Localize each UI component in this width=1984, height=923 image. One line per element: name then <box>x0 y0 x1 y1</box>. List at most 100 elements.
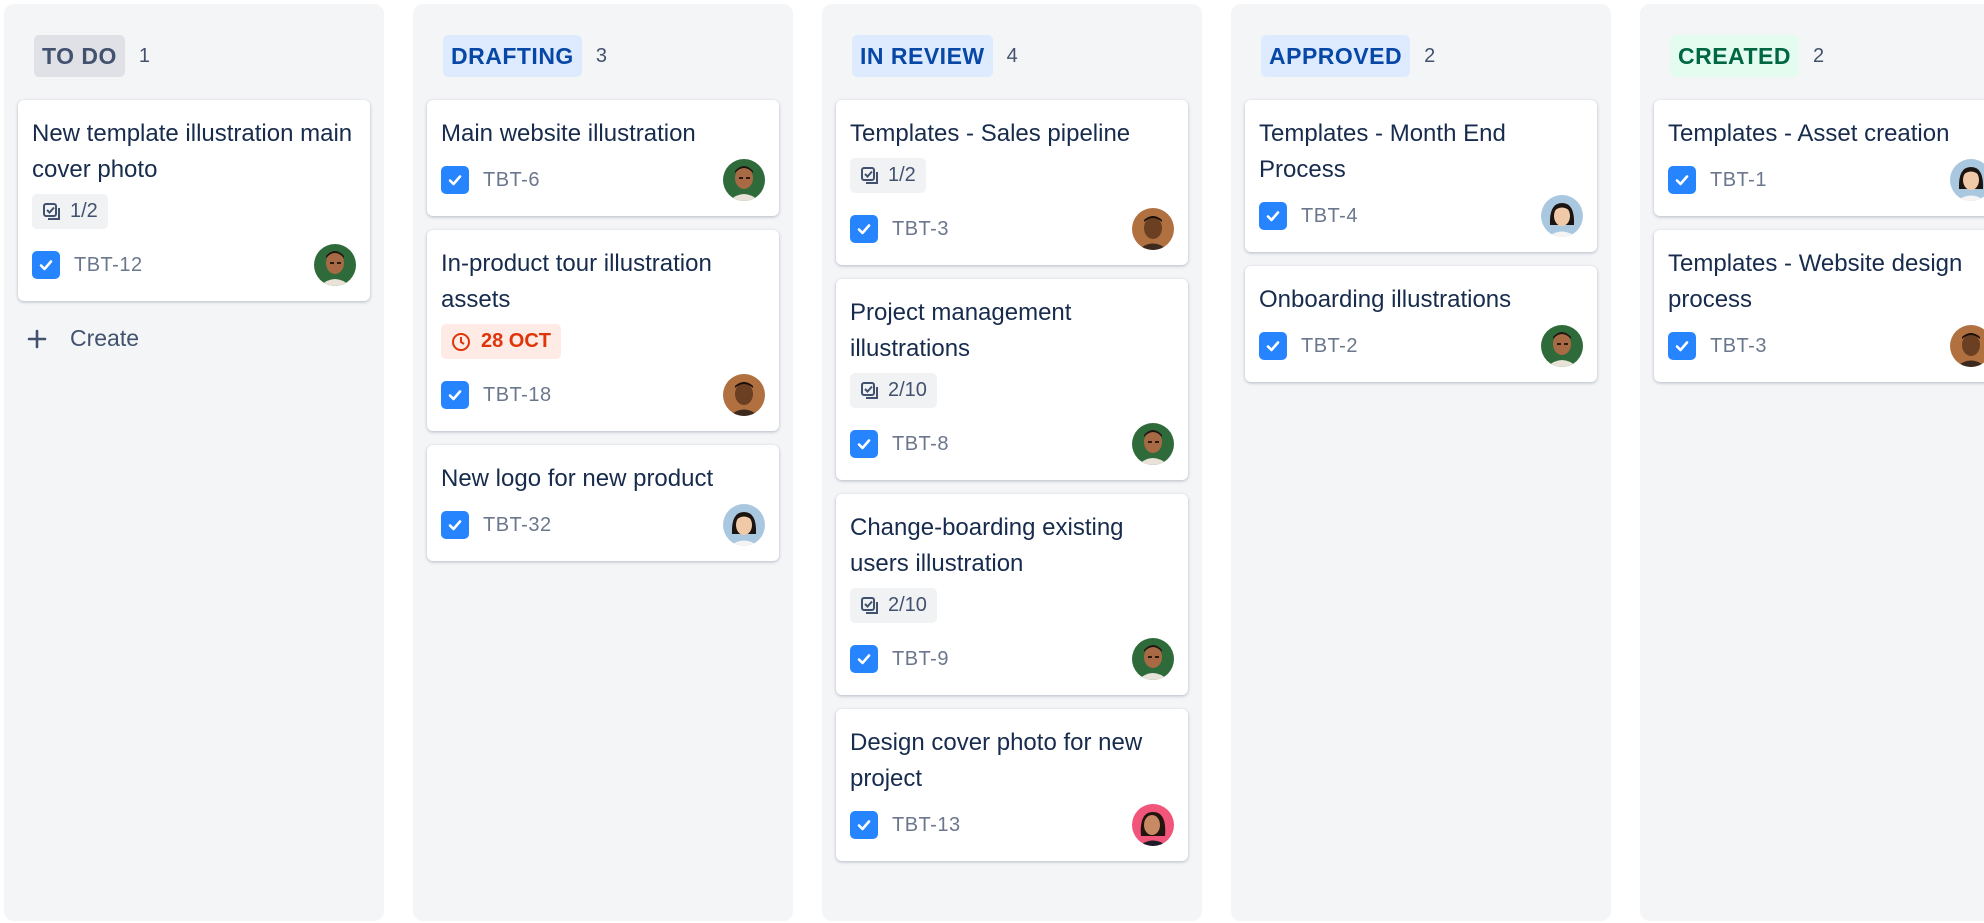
subtask-progress-badge[interactable]: 1/2 <box>32 194 108 229</box>
issue-card-footer: TBT-3 <box>1668 324 1984 368</box>
column-status-lozenge: IN REVIEW <box>852 35 993 77</box>
column-issue-count: 1 <box>138 44 151 67</box>
issue-card-title: Templates - Asset creation <box>1668 120 1950 147</box>
task-type-checkbox-icon <box>1668 332 1696 360</box>
column-header: IN REVIEW 4 <box>836 34 1188 78</box>
issue-key-group: TBT-3 <box>1668 332 1767 360</box>
issue-card-footer: TBT-18 <box>441 373 765 417</box>
issue-key-group: TBT-6 <box>441 166 540 194</box>
issue-card-title: Design cover photo for new project <box>850 729 1143 792</box>
task-type-checkbox-icon <box>441 381 469 409</box>
column-issue-count: 4 <box>1006 44 1018 67</box>
subtask-progress-badge[interactable]: 1/2 <box>850 158 926 193</box>
column-issue-count: 2 <box>1812 44 1825 67</box>
issue-card-footer: TBT-12 <box>32 243 356 287</box>
issue-card[interactable]: Onboarding illustrations TBT-2 <box>1245 266 1597 382</box>
issue-key-group: TBT-3 <box>850 215 949 243</box>
column-header: DRAFTING 3 <box>427 34 779 78</box>
issue-card-title: Main website illustration <box>441 120 696 147</box>
issue-key-group: TBT-2 <box>1259 332 1358 360</box>
assignee-avatar[interactable] <box>1132 208 1174 250</box>
issue-key-group: TBT-4 <box>1259 202 1358 230</box>
create-issue-button[interactable]: Create <box>18 315 370 362</box>
task-type-checkbox-icon <box>441 166 469 194</box>
subtask-progress-badge[interactable]: 2/10 <box>850 588 937 623</box>
issue-card[interactable]: New template illustration main cover pho… <box>18 100 370 301</box>
board-column-drafting: DRAFTING 3 Main website illustration TBT-6 … <box>413 4 793 921</box>
assignee-avatar[interactable] <box>723 504 765 546</box>
issue-card-title: Templates - Sales pipeline <box>850 120 1131 147</box>
assignee-avatar[interactable] <box>723 374 765 416</box>
assignee-avatar[interactable] <box>1541 195 1583 237</box>
column-header: APPROVED 2 <box>1245 34 1597 78</box>
task-type-checkbox-icon <box>1259 332 1287 360</box>
issue-card-title: In-product tour illustration assets <box>441 250 712 313</box>
issue-key[interactable]: TBT-4 <box>1301 205 1358 228</box>
subtasks-icon <box>860 596 888 616</box>
task-type-checkbox-icon <box>1259 202 1287 230</box>
assignee-avatar[interactable] <box>1132 804 1174 846</box>
issue-key-group: TBT-8 <box>850 430 949 458</box>
issue-card-footer: TBT-2 <box>1259 324 1583 368</box>
issue-card[interactable]: Templates - Asset creation TBT-1 <box>1654 100 1984 216</box>
issue-card[interactable]: New logo for new product TBT-32 <box>427 445 779 561</box>
issue-card[interactable]: Templates - Month End Process TBT-4 <box>1245 100 1597 252</box>
issue-card-footer: TBT-13 <box>850 803 1174 847</box>
issue-key[interactable]: TBT-12 <box>74 254 143 277</box>
assignee-avatar[interactable] <box>1132 638 1174 680</box>
issue-key-group: TBT-9 <box>850 645 949 673</box>
assignee-avatar[interactable] <box>314 244 356 286</box>
issue-key[interactable]: TBT-9 <box>892 648 949 671</box>
subtask-progress-badge[interactable]: 2/10 <box>850 373 937 408</box>
issue-card-footer: TBT-4 <box>1259 194 1583 238</box>
assignee-avatar[interactable] <box>723 159 765 201</box>
issue-card-footer: TBT-9 <box>850 637 1174 681</box>
subtask-count: 1/2 <box>70 200 98 222</box>
issue-card-footer: TBT-6 <box>441 158 765 202</box>
board-column-to-do: TO DO 1 New template illustration main cov… <box>4 4 384 921</box>
issue-card[interactable]: Templates - Website design process TBT-3 <box>1654 230 1984 382</box>
column-issue-count: 2 <box>1424 44 1436 67</box>
issue-key[interactable]: TBT-18 <box>483 384 552 407</box>
kanban-board: TO DO 1 New template illustration main cov… <box>0 0 1984 923</box>
plus-icon <box>26 328 70 350</box>
issue-key[interactable]: TBT-2 <box>1301 335 1358 358</box>
issue-key[interactable]: TBT-3 <box>892 218 949 241</box>
issue-card-footer: TBT-32 <box>441 503 765 547</box>
task-type-checkbox-icon <box>850 430 878 458</box>
assignee-avatar[interactable] <box>1132 423 1174 465</box>
issue-card-title: Templates - Website design process <box>1668 250 1963 313</box>
issue-key[interactable]: TBT-8 <box>892 433 949 456</box>
issue-card-title: New template illustration main cover pho… <box>32 120 353 183</box>
issue-key[interactable]: TBT-13 <box>892 814 961 837</box>
issue-card-footer: TBT-8 <box>850 422 1174 466</box>
issue-card-title: Change-boarding existing users illustrat… <box>850 514 1124 577</box>
issue-card[interactable]: Design cover photo for new project TBT-13 <box>836 709 1188 861</box>
issue-key[interactable]: TBT-1 <box>1710 169 1767 192</box>
task-type-checkbox-icon <box>32 251 60 279</box>
assignee-avatar[interactable] <box>1950 159 1984 201</box>
issue-card-title: Templates - Month End Process <box>1259 120 1506 183</box>
issue-card[interactable]: Main website illustration TBT-6 <box>427 100 779 216</box>
issue-key[interactable]: TBT-6 <box>483 169 540 192</box>
assignee-avatar[interactable] <box>1541 325 1583 367</box>
issue-card[interactable]: Project management illustrations 2/10 TBT-… <box>836 279 1188 480</box>
subtask-count: 2/10 <box>888 379 927 401</box>
task-type-checkbox-icon <box>441 511 469 539</box>
issue-card[interactable]: Templates - Sales pipeline 1/2 TBT-3 <box>836 100 1188 265</box>
issue-card[interactable]: In-product tour illustration assets 28 OC… <box>427 230 779 431</box>
issue-card[interactable]: Change-boarding existing users illustrat… <box>836 494 1188 695</box>
issue-key[interactable]: TBT-3 <box>1710 335 1767 358</box>
issue-key-group: TBT-18 <box>441 381 552 409</box>
issue-card-footer: TBT-3 <box>850 207 1174 251</box>
issue-key[interactable]: TBT-32 <box>483 514 552 537</box>
issue-card-title: Onboarding illustrations <box>1259 286 1512 313</box>
board-column-in-review: IN REVIEW 4 Templates - Sales pipeline 1/2 T… <box>822 4 1202 921</box>
task-type-checkbox-icon <box>850 645 878 673</box>
assignee-avatar[interactable] <box>1950 325 1984 367</box>
subtask-count: 2/10 <box>888 594 927 616</box>
create-label: Create <box>70 325 140 351</box>
subtasks-icon <box>860 166 888 186</box>
issue-key-group: TBT-12 <box>32 251 143 279</box>
subtask-count: 1/2 <box>888 164 916 186</box>
